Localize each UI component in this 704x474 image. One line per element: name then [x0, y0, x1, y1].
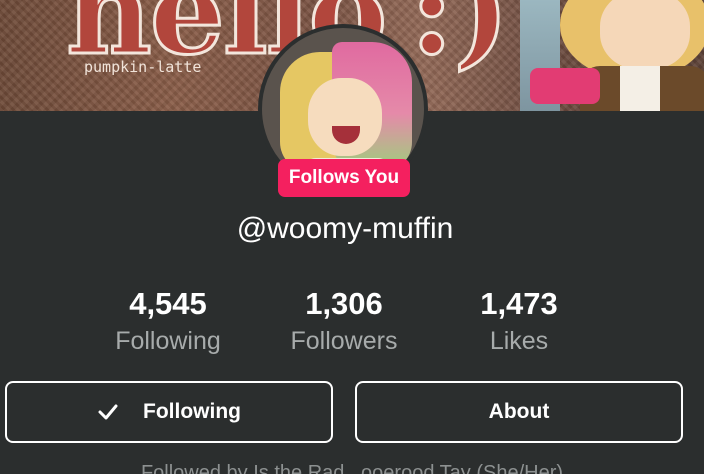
banner-character-art	[520, 0, 704, 111]
banner-smiley-text: :)	[408, 0, 510, 83]
following-button[interactable]: Following	[5, 381, 333, 443]
stat-following-count: 4,545	[129, 286, 207, 321]
stat-likes[interactable]: 1,473 Likes	[439, 284, 599, 358]
followed-by-text: Followed by Is the Rad...ooerood Tay (Sh…	[140, 462, 564, 474]
stat-likes-count: 1,473	[480, 286, 558, 321]
about-button[interactable]: About	[355, 381, 683, 443]
about-button-label: About	[488, 400, 550, 423]
stat-followers-label: Followers	[290, 327, 398, 355]
checkmark-icon	[98, 404, 118, 420]
stat-following[interactable]: 4,545 Following	[88, 284, 248, 358]
stat-followers[interactable]: 1,306 Followers	[264, 284, 424, 358]
banner-caption: pumpkin-latte	[84, 58, 202, 76]
stat-followers-count: 1,306	[305, 286, 383, 321]
stat-likes-label: Likes	[489, 327, 549, 355]
stat-following-label: Following	[115, 327, 221, 355]
profile-stats: 4,545 Following 1,306 Followers 1,473 Li…	[0, 284, 704, 364]
following-button-label: Following	[143, 400, 241, 423]
username: @woomy-muffin	[236, 212, 454, 245]
follows-you-badge: Follows You	[278, 159, 410, 197]
